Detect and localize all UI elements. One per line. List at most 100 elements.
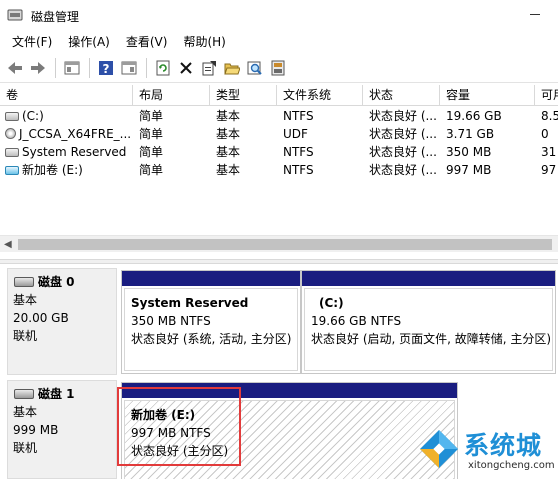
cd-drive-icon: [5, 128, 16, 139]
layout-cell: 简单: [139, 127, 164, 141]
column-header-capacity[interactable]: 容量: [440, 85, 535, 106]
menu-file[interactable]: 文件(F): [4, 31, 60, 53]
forward-arrow-icon[interactable]: [27, 57, 49, 79]
menu-help[interactable]: 帮助(H): [175, 31, 233, 53]
partition-name: System Reserved: [131, 296, 249, 310]
toolbar-separator: [89, 57, 90, 78]
highlight-box: [117, 387, 241, 466]
folder-open-icon[interactable]: [221, 57, 243, 79]
help-icon[interactable]: ?: [95, 57, 117, 79]
watermark-logo-icon: [420, 430, 458, 468]
toolbar-separator: [146, 57, 147, 78]
disk-state: 联机: [13, 441, 38, 455]
panel-icon[interactable]: [118, 57, 140, 79]
volume-cell: J_CCSA_X64FRE_...: [0, 125, 133, 143]
type-cell: 基本: [216, 145, 241, 159]
disk-management-app-icon: [7, 9, 23, 21]
status-cell: 状态良好 (...: [369, 145, 437, 159]
partition-bar: [122, 271, 300, 286]
column-header-filesystem[interactable]: 文件系统: [277, 85, 363, 106]
drive-icon: [5, 166, 19, 175]
layout-cell: 简单: [139, 109, 164, 123]
delete-x-icon[interactable]: [175, 57, 197, 79]
refresh-icon[interactable]: [152, 57, 174, 79]
partition-system-reserved[interactable]: System Reserved 350 MB NTFS 状态良好 (系统, 活动…: [121, 270, 301, 374]
column-header-layout[interactable]: 布局: [133, 85, 210, 106]
volume-name: System Reserved: [22, 145, 127, 159]
column-header-status[interactable]: 状态: [363, 85, 440, 106]
volume-cell: (C:): [0, 107, 133, 125]
volume-name: (C:): [22, 109, 44, 123]
partition-name: (C:): [319, 296, 344, 310]
column-header-type[interactable]: 类型: [210, 85, 277, 106]
partition-detail: 350 MB NTFS: [131, 314, 211, 328]
free-cell: 0: [541, 127, 549, 141]
type-cell: 基本: [216, 109, 241, 123]
drive-icon: [5, 112, 19, 121]
disk-properties-icon[interactable]: [267, 57, 289, 79]
disk-size: 999 MB: [13, 423, 59, 437]
menu-bar: 文件(F) 操作(A) 查看(V) 帮助(H): [0, 31, 558, 53]
disk-name: 磁盘 1: [38, 387, 75, 401]
disk-kind: 基本: [13, 293, 38, 307]
filesystem-cell: NTFS: [283, 145, 314, 159]
drive-icon: [5, 148, 19, 157]
volume-cell: 新加卷 (E:): [0, 161, 133, 179]
filesystem-cell: NTFS: [283, 109, 314, 123]
disk-0-label[interactable]: 磁盘 0 基本 20.00 GB 联机: [7, 268, 117, 375]
capacity-cell: 3.71 GB: [446, 127, 495, 141]
status-cell: 状态良好 (...: [369, 109, 437, 123]
layout-cell: 简单: [139, 163, 164, 177]
toolbar: ?: [0, 53, 558, 83]
menu-view[interactable]: 查看(V): [118, 31, 176, 53]
volume-name: J_CCSA_X64FRE_...: [19, 127, 132, 141]
capacity-cell: 350 MB: [446, 145, 492, 159]
watermark-url: xitongcheng.com: [468, 460, 555, 471]
site-watermark: 系统城 xitongcheng.com: [412, 422, 558, 479]
partition-status: 状态良好 (启动, 页面文件, 故障转储, 主分区): [311, 332, 552, 346]
watermark-text: 系统城: [464, 431, 543, 460]
capacity-cell: 19.66 GB: [446, 109, 502, 123]
type-cell: 基本: [216, 127, 241, 141]
partition-body: System Reserved 350 MB NTFS 状态良好 (系统, 活动…: [124, 288, 298, 371]
partition-status: 状态良好 (系统, 活动, 主分区): [131, 332, 292, 346]
toolbar-separator: [55, 57, 56, 78]
free-cell: 97: [541, 163, 557, 177]
disk-state: 联机: [13, 329, 38, 343]
free-cell: 31: [541, 145, 557, 159]
disk-icon: [14, 277, 34, 287]
disk-name: 磁盘 0: [38, 275, 75, 289]
disk-size: 20.00 GB: [13, 311, 69, 325]
status-cell: 状态良好 (...: [369, 127, 437, 141]
scroll-left-arrow-icon[interactable]: ◀: [4, 239, 12, 250]
minimize-button[interactable]: [530, 14, 540, 15]
title-bar: 磁盘管理: [0, 0, 558, 31]
type-cell: 基本: [216, 163, 241, 177]
partition-detail: 19.66 GB NTFS: [311, 314, 402, 328]
search-icon[interactable]: [244, 57, 266, 79]
partition-bar: [302, 271, 555, 286]
free-cell: 8.5: [541, 109, 558, 123]
menu-action[interactable]: 操作(A): [60, 31, 118, 53]
svg-text:?: ?: [103, 62, 110, 76]
disk-1-label[interactable]: 磁盘 1 基本 999 MB 联机: [7, 380, 117, 479]
settings-icon[interactable]: [198, 57, 220, 79]
window-title: 磁盘管理: [31, 10, 80, 24]
properties-panel-icon[interactable]: [61, 57, 83, 79]
partition-c-drive[interactable]: (C:) 19.66 GB NTFS 状态良好 (启动, 页面文件, 故障转储,…: [301, 270, 556, 374]
filesystem-cell: UDF: [283, 127, 308, 141]
capacity-cell: 997 MB: [446, 163, 492, 177]
filesystem-cell: NTFS: [283, 163, 314, 177]
partition-body: (C:) 19.66 GB NTFS 状态良好 (启动, 页面文件, 故障转储,…: [304, 288, 553, 371]
back-arrow-icon[interactable]: [4, 57, 26, 79]
status-cell: 状态良好 (...: [369, 163, 437, 177]
disk-icon: [14, 389, 34, 399]
disk-kind: 基本: [13, 405, 38, 419]
layout-cell: 简单: [139, 145, 164, 159]
horizontal-scrollbar[interactable]: ◀: [0, 235, 558, 252]
scrollbar-thumb[interactable]: [18, 239, 552, 250]
column-header-volume[interactable]: 卷: [0, 85, 133, 106]
column-header-free[interactable]: 可用: [535, 85, 558, 106]
volume-name: 新加卷 (E:): [22, 163, 83, 177]
volume-cell: System Reserved: [0, 143, 133, 161]
